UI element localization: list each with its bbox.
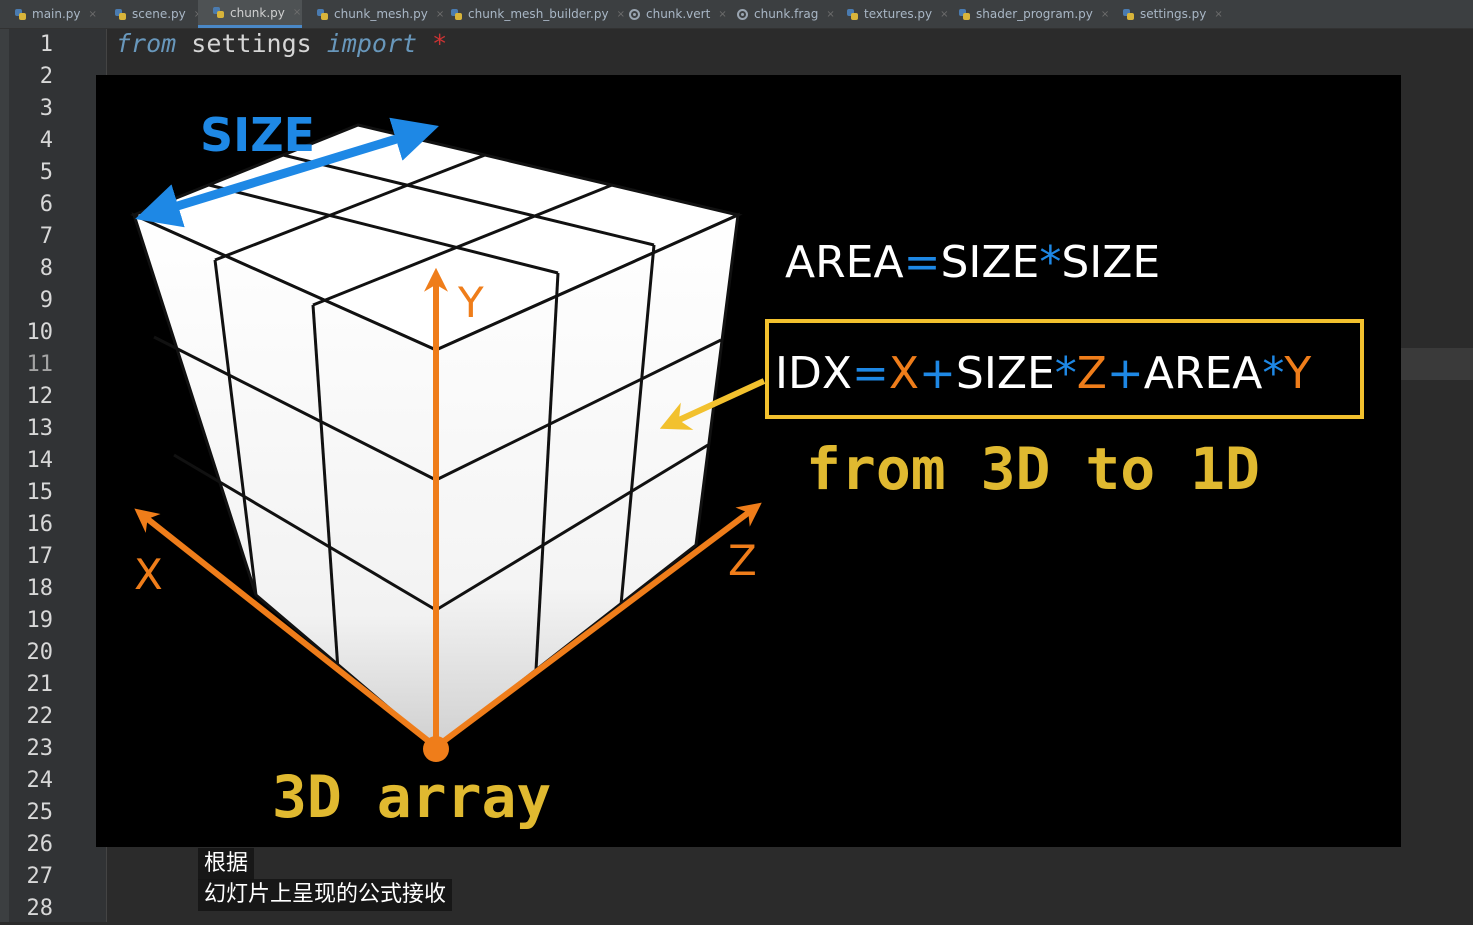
- tab-label: chunk.py: [230, 5, 285, 20]
- subtitle-line-1: 根据: [198, 848, 255, 880]
- line-number[interactable]: 7: [9, 221, 53, 253]
- tab-shader-program-py[interactable]: shader_program.py ×: [944, 0, 1109, 28]
- line-number[interactable]: 1: [9, 29, 53, 61]
- shader-file-icon: [628, 8, 641, 21]
- line-number[interactable]: 26: [9, 829, 54, 861]
- tutorial-slide: SIZE Y X Z AREA=SIZE*SIZE IDX=X+SIZE*Z+A…: [96, 75, 1401, 847]
- editor-tab-bar: main.py×scene.py×chunk.py×chunk_mesh.py×…: [0, 0, 1473, 29]
- line-number[interactable]: 2: [9, 61, 53, 93]
- tab-label: settings.py: [1140, 7, 1207, 21]
- tab-chunk-mesh-builder-py[interactable]: chunk_mesh_builder.py ×: [436, 0, 625, 28]
- line-number[interactable]: 24: [9, 765, 54, 797]
- line-number[interactable]: 3: [9, 93, 53, 125]
- tab-chunk-vert[interactable]: chunk.vert ×: [614, 0, 727, 28]
- tab-chunk-py[interactable]: chunk.py ×: [198, 0, 302, 28]
- line-number[interactable]: 11: [9, 349, 54, 381]
- line-number[interactable]: 17: [9, 541, 54, 573]
- close-icon[interactable]: ×: [1214, 9, 1222, 20]
- line-number[interactable]: 25: [9, 797, 54, 829]
- line-number[interactable]: 5: [9, 157, 53, 189]
- line-number[interactable]: 9: [9, 285, 53, 317]
- from-3d-to-1d-caption: from 3D to 1D: [806, 435, 1260, 503]
- module-name: settings: [191, 29, 312, 58]
- axis-y-label: Y: [457, 278, 484, 327]
- shader-file-icon: [736, 8, 749, 21]
- import-star: *: [432, 29, 448, 58]
- tab-scene-py[interactable]: scene.py×: [100, 0, 202, 28]
- python-file-icon: [450, 8, 463, 21]
- size-label: SIZE: [200, 108, 315, 162]
- python-file-icon: [212, 6, 225, 19]
- close-icon[interactable]: ×: [293, 7, 301, 18]
- tab-label: shader_program.py: [976, 7, 1093, 21]
- line-number[interactable]: 10: [9, 317, 54, 349]
- line-number[interactable]: 20: [9, 637, 54, 669]
- line-number-gutter: 1 2 3 4 5 6 7 8 9 10 11 12 13 14 15 16 17 18 19 20 21 22 23 24 2…: [9, 29, 107, 922]
- line-number[interactable]: 16: [9, 509, 54, 541]
- keyword-import: import: [326, 29, 418, 58]
- python-file-icon: [14, 8, 27, 21]
- subtitle-line-2: 幻灯片上呈现的公式接收: [198, 879, 453, 911]
- line-number[interactable]: 12: [9, 381, 54, 413]
- python-file-icon: [114, 8, 127, 21]
- line-number[interactable]: 23: [9, 733, 54, 765]
- tab-label: scene.py: [132, 7, 186, 21]
- tab-label: chunk.vert: [646, 7, 711, 21]
- tool-window-strip[interactable]: [0, 29, 9, 922]
- cube-diagram: SIZE Y X Z AREA=SIZE*SIZE IDX=X+SIZE*Z+A…: [130, 108, 1364, 831]
- line-number[interactable]: 6: [9, 189, 53, 221]
- idx-formula: IDX=X+SIZE*Z+AREA*Y: [775, 348, 1311, 399]
- line-number[interactable]: 22: [9, 701, 54, 733]
- tab-label: chunk.frag: [754, 7, 819, 21]
- tab-settings-py[interactable]: settings.py ×: [1108, 0, 1223, 28]
- close-icon[interactable]: ×: [89, 9, 97, 20]
- line-number[interactable]: 14: [9, 445, 54, 477]
- line-number[interactable]: 28: [9, 893, 54, 925]
- line-number[interactable]: 21: [9, 669, 54, 701]
- tab-label: main.py: [32, 7, 81, 21]
- tab-textures-py[interactable]: textures.py ×: [832, 0, 949, 28]
- line-number[interactable]: 19: [9, 605, 54, 637]
- keyword-from: from: [116, 29, 177, 58]
- python-file-icon: [1122, 8, 1135, 21]
- line-number[interactable]: 18: [9, 573, 54, 605]
- line-number[interactable]: 15: [9, 477, 54, 509]
- origin-dot: [423, 736, 449, 762]
- line-number[interactable]: 8: [9, 253, 53, 285]
- axis-x-label: X: [134, 550, 163, 599]
- tab-label: chunk_mesh_builder.py: [468, 7, 609, 21]
- code-line-1[interactable]: from settings import *: [116, 28, 447, 60]
- tab-main-py[interactable]: main.py ×: [0, 0, 100, 28]
- line-number[interactable]: 4: [9, 125, 53, 157]
- python-file-icon: [958, 8, 971, 21]
- tab-label: textures.py: [864, 7, 933, 21]
- tab-chunk-mesh-py[interactable]: chunk_mesh.py ×: [302, 0, 444, 28]
- 3d-array-caption: 3D array: [272, 763, 551, 831]
- axis-z-label: Z: [728, 536, 757, 585]
- python-file-icon: [846, 8, 859, 21]
- area-formula: AREA=SIZE*SIZE: [785, 237, 1160, 288]
- tab-chunk-frag[interactable]: chunk.frag ×: [722, 0, 835, 28]
- line-number[interactable]: 13: [9, 413, 54, 445]
- tab-label: chunk_mesh.py: [334, 7, 428, 21]
- python-file-icon: [316, 8, 329, 21]
- line-number[interactable]: 27: [9, 861, 54, 893]
